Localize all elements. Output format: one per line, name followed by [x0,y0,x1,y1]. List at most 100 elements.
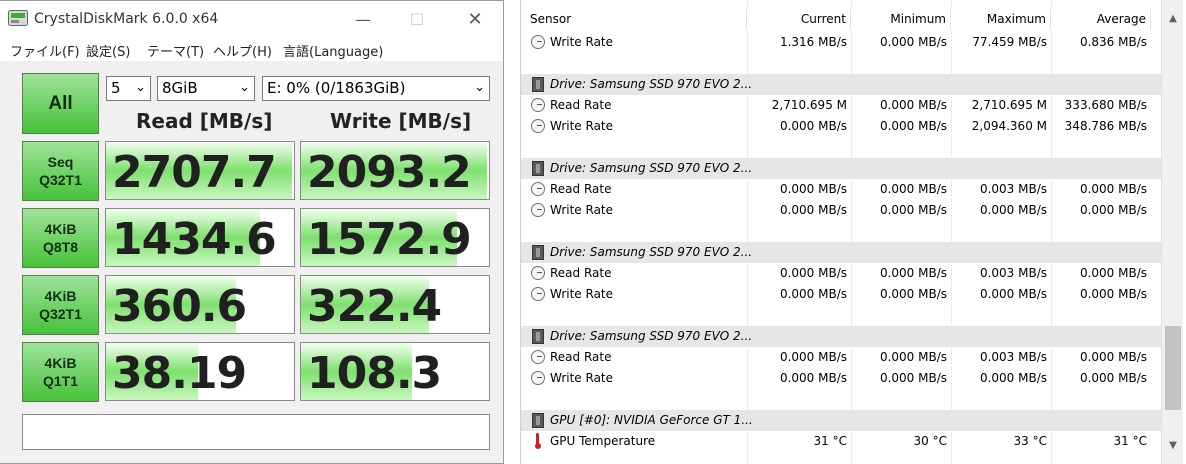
menu-settings[interactable]: 設定(S) [86,41,130,60]
menu-help[interactable]: ヘルプ(H) [213,41,272,60]
sensor-row[interactable]: Read Rate 0.000 MB/s 0.000 MB/s 0.003 MB/s 0… [521,179,1161,200]
test-button-seq-q32t1[interactable]: Seq Q32T1 [22,141,99,201]
test-label-queue: Q1T1 [42,373,78,389]
sensor-minimum-value: 0.000 MB/s [879,371,947,385]
sensor-row[interactable]: Read Rate 0.000 MB/s 0.000 MB/s 0.003 MB/s 0… [521,347,1161,368]
sensor-minimum-value: 0.000 MB/s [879,203,947,217]
test-count-select[interactable]: 5 ⌄ [106,76,151,101]
scrollbar-thumb[interactable] [1165,326,1181,410]
title-bar[interactable]: CrystalDiskMark 6.0.0 x64 — ☐ ✕ [0,1,503,37]
write-result-cell: 322.4 [300,275,490,334]
sensor-maximum-value: 0.003 MB/s [979,266,1047,280]
minimize-button[interactable]: — [340,1,386,37]
sensor-row[interactable]: Read Rate 0.000 MB/s 0.000 MB/s 0.003 MB/s 0… [521,263,1161,284]
drive-select[interactable]: E: 0% (0/1863GiB) ⌄ [262,76,490,101]
sensor-name: Drive: Samsung SSD 970 EVO 2... [550,161,753,175]
sensor-name: GPU Temperature [550,434,656,448]
sensor-name: Write Rate [550,371,614,385]
menu-language[interactable]: 言語(Language) [283,41,383,60]
sensor-current-value: 0.000 MB/s [779,266,847,280]
sensor-average-value: 0.000 MB/s [1079,266,1147,280]
read-result-value: 2707.7 [112,147,277,198]
sensor-current-value: 31 °C [813,434,847,448]
test-button-4kib-q32t1[interactable]: 4KiB Q32T1 [22,275,99,335]
sensor-group-row[interactable]: Drive: Samsung SSD 970 EVO 2... [521,326,1161,347]
test-button-4kib-q1t1[interactable]: 4KiB Q1T1 [22,342,99,402]
column-header-maximum[interactable]: Maximum [951,9,1051,30]
maximize-button[interactable]: ☐ [394,1,440,37]
sensor-name: Read Rate [550,350,612,364]
sensor-maximum-value: 0.000 MB/s [979,203,1047,217]
sensor-current-value: 0.000 MB/s [779,350,847,364]
sensor-average-value: 0.000 MB/s [1079,182,1147,196]
sensor-row[interactable]: Write Rate 0.000 MB/s 0.000 MB/s 0.000 MB/s… [521,200,1161,221]
sensor-current-value: 0.000 MB/s [779,119,847,133]
read-result-cell: 2707.7 [105,141,295,200]
sensor-table-body: Write Rate 1.316 MB/s 0.000 MB/s 77.459 MB/… [521,30,1161,464]
test-label-type: Seq [47,154,74,170]
clock-icon [531,266,545,280]
write-result-cell: 1572.9 [300,208,490,267]
test-label-type: 4KiB [44,355,77,371]
test-label-type: 4KiB [44,288,77,304]
sensor-average-value: 0.000 MB/s [1079,287,1147,301]
read-result-cell: 1434.6 [105,208,295,267]
read-result-cell: 360.6 [105,275,295,334]
write-result-value: 2093.2 [307,147,472,198]
sensor-maximum-value: 0.000 MB/s [979,371,1047,385]
scroll-down-arrow-icon[interactable]: ▼ [1162,436,1184,456]
sensor-group-row[interactable]: Drive: Samsung SSD 970 EVO 2... [521,242,1161,263]
close-button[interactable]: ✕ [452,1,498,37]
menu-theme[interactable]: テーマ(T) [147,41,204,60]
sensor-group-row[interactable]: Drive: Samsung SSD 970 EVO 2... [521,74,1161,95]
sensor-minimum-value: 0.000 MB/s [879,98,947,112]
spacer-row [521,137,1161,158]
sensor-name: Write Rate [550,287,614,301]
scroll-up-arrow-icon[interactable]: ▲ [1162,9,1184,29]
sensor-row[interactable]: Read Rate 2,710.695 M 0.000 MB/s 2,710.695 … [521,95,1161,116]
sensor-minimum-value: 30 °C [913,434,947,448]
sensor-name: Write Rate [550,35,614,49]
sensor-row[interactable]: Write Rate 0.000 MB/s 0.000 MB/s 2,094.360 … [521,116,1161,137]
disk-app-icon [8,10,28,26]
write-result-value: 1572.9 [307,214,472,265]
clock-icon [531,287,545,301]
chevron-down-icon: ⌄ [135,80,146,95]
column-header-minimum[interactable]: Minimum [851,9,951,30]
sensor-group-row[interactable]: Drive: Samsung SSD 970 EVO 2... [521,158,1161,179]
test-size-value: 8GiB [162,79,198,97]
menu-file[interactable]: ファイル(F) [10,41,80,60]
drive-icon [532,245,544,260]
sensor-row[interactable]: Write Rate 1.316 MB/s 0.000 MB/s 77.459 MB/… [521,32,1161,53]
column-header-sensor[interactable]: Sensor [521,9,747,30]
comment-field[interactable] [22,414,490,450]
sensor-maximum-value: 0.003 MB/s [979,182,1047,196]
run-all-button[interactable]: All [22,73,99,134]
vertical-scrollbar[interactable]: ▲ ▼ [1161,0,1183,464]
test-label-type: 4KiB [44,221,77,237]
test-label-queue: Q32T1 [39,306,82,322]
test-label-queue: Q8T8 [42,239,78,255]
read-result-cell: 38.19 [105,342,295,401]
sensor-average-value: 0.000 MB/s [1079,203,1147,217]
clock-icon [531,119,545,133]
clock-icon [531,203,545,217]
sensor-row[interactable]: Write Rate 0.000 MB/s 0.000 MB/s 0.000 MB/s… [521,284,1161,305]
column-header-average[interactable]: Average [1051,9,1151,30]
crystaldiskmark-window: CrystalDiskMark 6.0.0 x64 — ☐ ✕ ファイル(F) … [0,0,504,464]
sensor-average-value: 348.786 MB/s [1064,119,1147,133]
sensor-group-row[interactable]: GPU [#0]: NVIDIA GeForce GT 1... [521,410,1161,431]
column-header-current[interactable]: Current [747,9,851,30]
sensor-minimum-value: 0.000 MB/s [879,287,947,301]
sensor-row[interactable]: GPU Temperature 31 °C 30 °C 33 °C 31 °C [521,431,1161,452]
sensor-minimum-value: 0.000 MB/s [879,350,947,364]
sensor-name: Read Rate [550,266,612,280]
sensor-name: Read Rate [550,182,612,196]
chevron-down-icon: ⌄ [239,80,250,95]
drive-value: E: 0% (0/1863GiB) [267,79,406,97]
sensor-name: GPU [#0]: NVIDIA GeForce GT 1... [550,413,753,427]
test-button-4kib-q8t8[interactable]: 4KiB Q8T8 [22,208,99,268]
write-result-cell: 2093.2 [300,141,490,200]
test-size-select[interactable]: 8GiB ⌄ [157,76,255,101]
sensor-row[interactable]: Write Rate 0.000 MB/s 0.000 MB/s 0.000 MB/s… [521,368,1161,389]
